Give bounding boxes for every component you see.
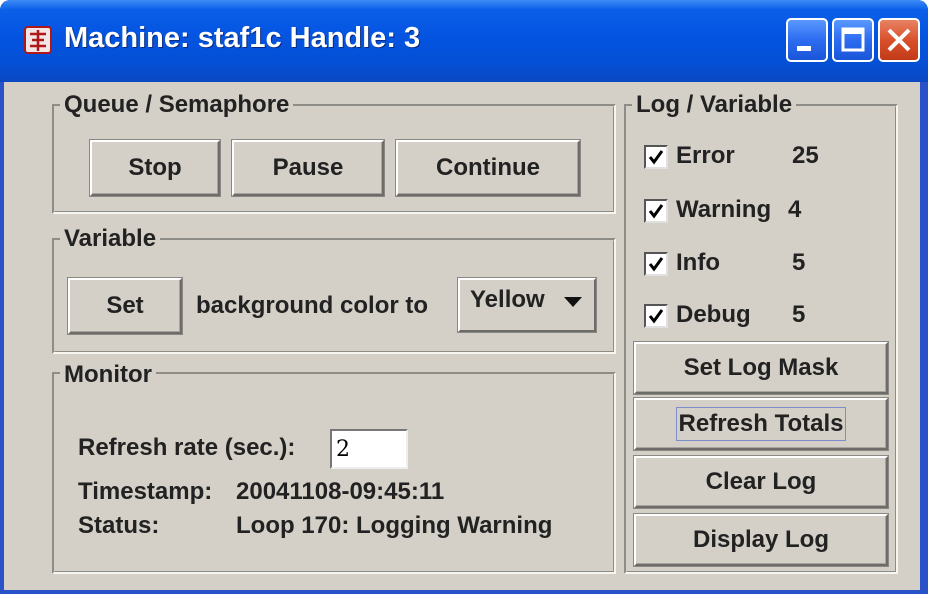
refresh-rate-label: Refresh rate (sec.):	[78, 434, 296, 461]
checkmark-icon	[648, 204, 664, 219]
debug-checkbox[interactable]	[644, 304, 668, 328]
close-button[interactable]	[878, 18, 920, 62]
background-color-text: background color to	[196, 292, 429, 319]
checkmark-icon	[648, 150, 664, 165]
warning-label: Warning	[676, 196, 772, 223]
info-count: 5	[792, 249, 806, 276]
stop-button[interactable]: Stop	[90, 140, 220, 196]
log-variable-label: Log / Variable	[632, 92, 797, 118]
stop-button-label: Stop	[128, 154, 182, 181]
set-button-label: Set	[106, 292, 144, 319]
refresh-totals-button[interactable]: Refresh Totals	[634, 398, 888, 450]
client-area: Queue / Semaphore Stop Pause Continue Va…	[4, 82, 920, 590]
set-log-mask-label: Set Log Mask	[683, 354, 839, 381]
error-count: 25	[792, 142, 819, 169]
debug-count: 5	[792, 301, 806, 328]
checkmark-icon	[648, 257, 664, 272]
color-select[interactable]: Yellow	[458, 278, 596, 332]
continue-button-label: Continue	[436, 154, 540, 181]
info-checkbox[interactable]	[644, 252, 668, 276]
set-variable-button[interactable]: Set	[68, 278, 182, 334]
timestamp-label: Timestamp:	[78, 478, 213, 505]
set-log-mask-button[interactable]: Set Log Mask	[634, 342, 888, 394]
variable-label: Variable	[60, 226, 161, 252]
continue-button[interactable]: Continue	[396, 140, 580, 196]
app-window: Machine: staf1c Handle: 3 Queue / Semaph…	[0, 0, 928, 594]
error-checkbox[interactable]	[644, 145, 668, 169]
close-icon	[887, 28, 911, 52]
refresh-totals-label: Refresh Totals	[675, 407, 847, 441]
clear-log-button[interactable]: Clear Log	[634, 456, 888, 508]
display-log-button[interactable]: Display Log	[634, 514, 888, 566]
checkmark-icon	[648, 309, 664, 324]
minimize-button[interactable]	[786, 18, 828, 62]
status-value: Loop 170: Logging Warning	[236, 512, 553, 539]
staf-app-icon	[24, 26, 52, 54]
display-log-label: Display Log	[692, 526, 830, 553]
info-label: Info	[676, 249, 720, 276]
debug-label: Debug	[676, 301, 751, 328]
timestamp-value: 20041108-09:45:11	[236, 478, 445, 505]
maximize-button[interactable]	[832, 18, 874, 62]
monitor-label: Monitor	[60, 362, 156, 388]
queue-semaphore-label: Queue / Semaphore	[60, 92, 294, 118]
refresh-rate-input[interactable]	[330, 429, 408, 469]
maximize-icon	[841, 27, 865, 52]
status-label: Status:	[78, 512, 160, 539]
color-select-value: Yellow	[470, 286, 545, 313]
title-bar[interactable]: Machine: staf1c Handle: 3	[0, 0, 928, 82]
warning-checkbox[interactable]	[644, 199, 668, 223]
error-label: Error	[676, 142, 735, 169]
monitor-group	[52, 372, 616, 574]
clear-log-label: Clear Log	[705, 468, 817, 495]
pause-button-label: Pause	[272, 154, 344, 181]
chevron-down-icon	[564, 297, 582, 307]
window-title: Machine: staf1c Handle: 3	[64, 22, 421, 54]
pause-button[interactable]: Pause	[232, 140, 384, 196]
minimize-icon	[797, 46, 811, 51]
warning-count: 4	[788, 196, 802, 223]
